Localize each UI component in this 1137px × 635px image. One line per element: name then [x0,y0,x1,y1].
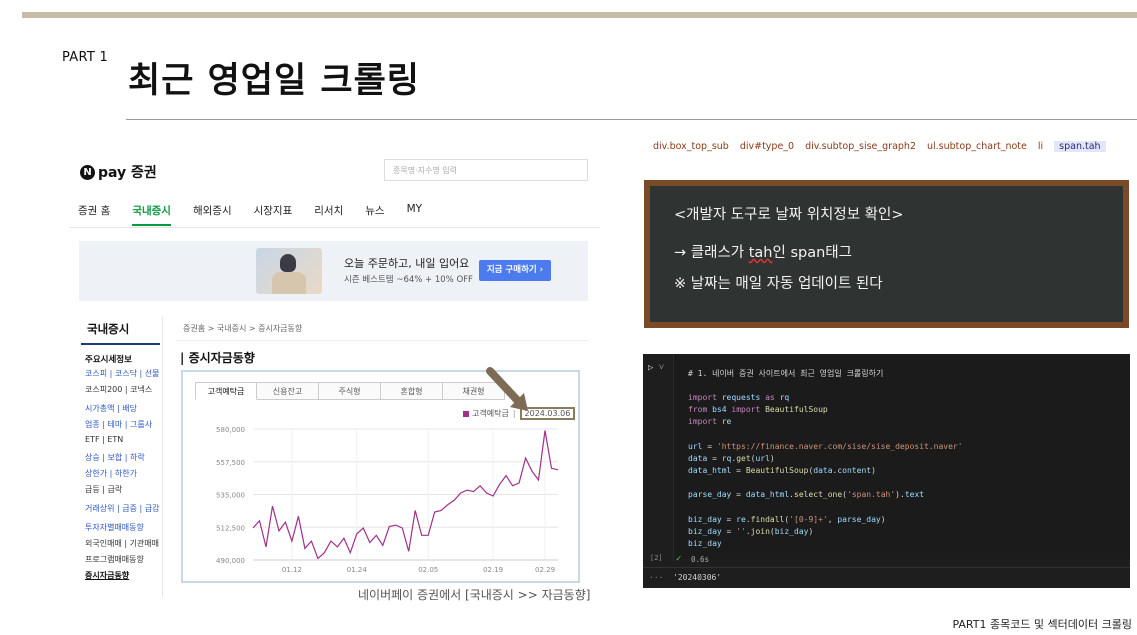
main-nav: 증권 홈 국내증시 해외증시 시장지표 리서치 뉴스 MY [78,203,444,226]
sidebar-heading[interactable]: 주요시세정보 [85,353,162,365]
note-line-2-post: 인 span태그 [772,245,852,261]
nav-item-domestic[interactable]: 국내증시 [132,203,171,226]
sidebar-item-fund-trend[interactable]: 증시자금동향 [85,570,162,581]
nav-item-my[interactable]: MY [407,203,422,226]
nav-item-overseas[interactable]: 해외증시 [193,203,232,226]
code-comment: # 1. 네이버 증권 사이트에서 최근 영업일 크롤링하기 [688,369,884,378]
sidebar-item[interactable]: 시가총액 | 배당 [85,403,162,414]
cell-output: '20240306' [673,573,722,582]
breadcrumb-divider [176,340,588,341]
chalkboard-note: <개발자 도구로 날짜 위치정보 확인> → 클래스가 tah인 span태그 … [644,180,1129,328]
y-tick-label: 490,000 [216,557,245,565]
output-divider [643,567,1130,568]
sidebar-item[interactable]: ETF | ETN [85,435,162,444]
nav-item-news[interactable]: 뉴스 [365,203,384,226]
sidebar-group-cap: 시가총액 | 배당 업종 | 테마 | 그룹사 ETF | ETN [79,403,162,444]
sidebar-item[interactable]: 상승 | 보합 | 하락 [85,452,162,463]
search-input[interactable]: 종목명·지수명 입력 [384,159,588,181]
code-line: parse_day = data_html.select_one('span.t… [688,490,925,499]
execution-time: 0.6s [691,555,710,564]
code-line: data_html = BeautifulSoup(data.content) [688,466,876,475]
sidebar-group-main: 주요시세정보 코스피 | 코스닥 | 선물 코스피200 | 코넥스 [79,353,162,395]
banner-buy-button[interactable]: 지금 구매하기 › [479,260,551,281]
y-tick-label: 535,000 [216,492,245,500]
code-line: biz_day [688,539,722,548]
chalkboard-surface: <개발자 도구로 날짜 위치정보 확인> → 클래스가 tah인 span태그 … [650,186,1123,322]
code-line: data = rq.get(url) [688,454,775,463]
code-editor[interactable]: # 1. 네이버 증권 사이트에서 최근 영업일 크롤링하기 import re… [673,354,1130,559]
slide: PART 1 최근 영업일 크롤링 N pay 증권 종목명·지수명 입력 증권… [0,0,1137,635]
code-cell: ▷ ˅ # 1. 네이버 증권 사이트에서 최근 영업일 크롤링하기 impor… [643,354,1130,588]
y-tick-label: 512,500 [216,524,245,532]
sidebar-group-investor: 투자자별매매동향 외국인매매 | 기관매매 프로그램매매동향 증시자금동향 [79,522,162,581]
code-line: url = 'https://finance.naver.com/sise/si… [688,442,963,451]
dom-path-item[interactable]: div.subtop_sise_graph2 [805,141,916,152]
dom-path-item[interactable]: ul.subtop_chart_note [927,141,1027,152]
sidebar-item[interactable]: 프로그램매매동향 [85,554,162,565]
sidebar-item[interactable]: 업종 | 테마 | 그룹사 [85,419,162,430]
note-line-2-pre: → 클래스가 [674,245,749,261]
sidebar-item[interactable]: 급등 | 급락 [85,484,162,495]
dom-path-item[interactable]: div#type_0 [740,141,794,152]
code-line: biz_day = ''.join(biz_day) [688,527,814,536]
devtools-breadcrumb: div.box_top_sub div#type_0 div.subtop_si… [653,141,1106,152]
x-tick-label: 01.12 [282,566,302,574]
check-icon: ✓ [676,554,682,564]
sidebar-item[interactable]: 코스피 | 코스닥 | 선물 [85,368,162,379]
screenshot-caption: 네이버페이 증권에서 [국내증시 >> 자금동향] [358,588,591,602]
nav-item-indicators[interactable]: 시장지표 [254,203,293,226]
dom-path-item[interactable]: div.box_top_sub [653,141,729,152]
y-tick-label: 557,500 [216,459,245,467]
breadcrumb: 증권홈 > 국내증시 > 증시자금동향 [183,324,303,333]
arrow-pointer-icon [486,367,528,411]
sidebar-item[interactable]: 거래상위 | 급증 | 급감 [85,503,162,514]
title-divider [126,119,1137,120]
sidebar-item[interactable]: 투자자별매매동향 [85,522,162,533]
cell-gutter: ▷ ˅ [643,354,673,588]
nav-item-research[interactable]: 리서치 [314,203,343,226]
note-line-3: ※ 날짜는 매일 자동 업데이트 된다 [674,276,883,292]
n-logo-icon: N [80,164,95,180]
banner-model-head [280,254,296,272]
section-title-text: 증시자금동향 [188,351,255,365]
sidebar-group-volume: 거래상위 | 급증 | 급감 [79,503,162,514]
output-menu-icon[interactable]: ··· [649,573,663,582]
npay-logo[interactable]: N pay 증권 [80,162,157,182]
x-tick-label: 02.19 [483,566,503,574]
nav-divider [70,227,600,228]
banner-image [256,248,322,294]
run-cell-icon[interactable]: ▷ ˅ [648,362,664,373]
x-tick-label: 01.24 [347,566,368,574]
dom-path-item-selected[interactable]: span.tah [1054,141,1106,152]
code-line: import re [688,417,732,426]
code-line: from bs4 import BeautifulSoup [688,405,828,414]
sidebar-item[interactable]: 외국인매매 | 기관매매 [85,538,162,549]
nav-item-home[interactable]: 증권 홈 [78,203,110,226]
dom-path-item[interactable]: li [1038,141,1043,152]
sidebar: 국내증시 주요시세정보 코스피 | 코스닥 | 선물 코스피200 | 코넥스 … [79,317,163,597]
top-accent-bar [22,12,1137,18]
sidebar-title[interactable]: 국내증시 [81,317,160,345]
banner-subtitle: 시즌 베스트템 ~64% + 10% OFF [344,275,473,285]
ad-banner[interactable]: 오늘 주문하고, 내일 입어요 시즌 베스트템 ~64% + 10% OFF 지… [79,241,588,301]
section-title: | 증시자금동향 [180,351,255,365]
code-line: biz_day = re.findall('[0-9]+', parse_day… [688,515,886,524]
banner-model-body [272,272,306,294]
sidebar-item[interactable]: 코스피200 | 코넥스 [85,384,162,395]
y-tick-label: 580,000 [216,426,245,434]
code-line: import requests as rq [688,393,790,402]
note-line-2-class: tah [748,245,773,261]
execution-count: [2] [650,554,663,562]
note-line-2: → 클래스가 tah인 span태그 [674,241,852,262]
x-tick-label: 02.29 [535,566,555,574]
x-tick-label: 02.05 [418,566,438,574]
page-title: 최근 영업일 크롤링 [128,61,420,101]
logo-text: pay 증권 [98,165,157,181]
note-line-1: <개발자 도구로 날짜 위치정보 확인> [674,207,904,223]
part-label: PART 1 [62,50,109,65]
sidebar-group-movers: 상승 | 보합 | 하락 상한가 | 하한가 급등 | 급락 [79,452,162,495]
sidebar-item[interactable]: 상한가 | 하한가 [85,468,162,479]
banner-title: 오늘 주문하고, 내일 입어요 [344,257,470,270]
footer-text: PART1 종목코드 및 섹터데이터 크롤링 [952,618,1132,631]
